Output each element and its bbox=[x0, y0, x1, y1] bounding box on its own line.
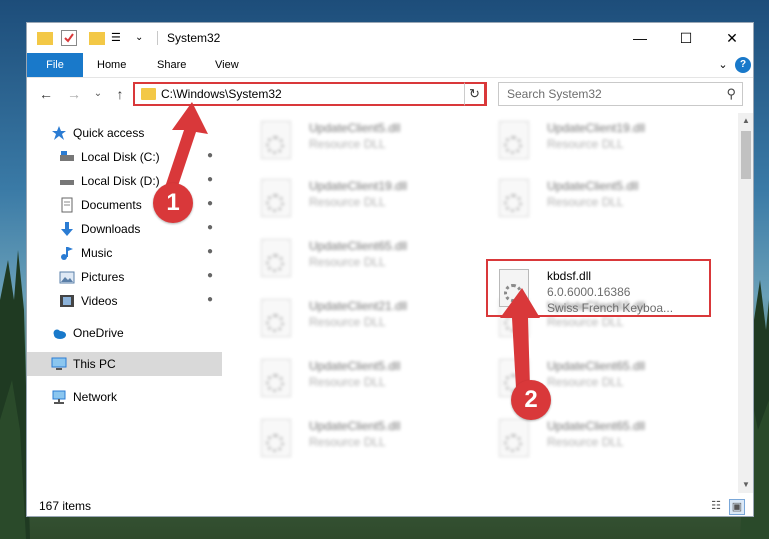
callout-2: 2 bbox=[511, 380, 551, 420]
callout-1: 1 bbox=[153, 183, 193, 223]
annotation-arrows bbox=[164, 102, 540, 388]
